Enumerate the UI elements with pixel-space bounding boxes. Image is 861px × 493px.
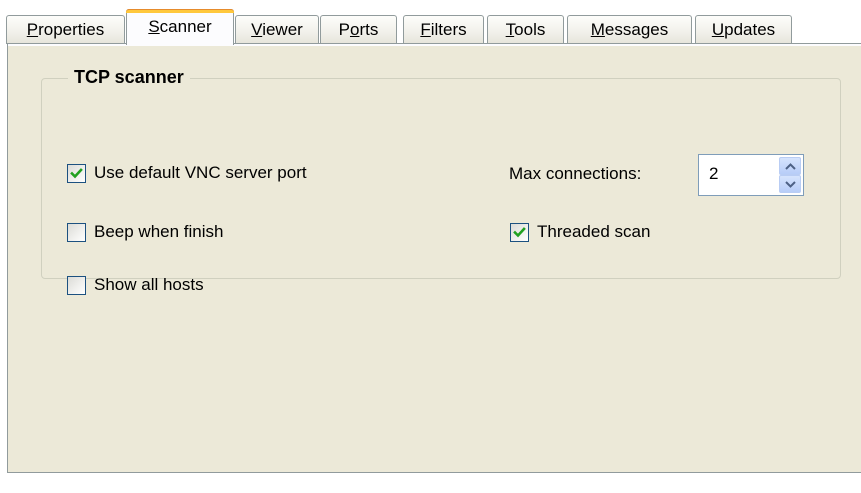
- tab-bar: Properties Scanner Viewer Ports Filters …: [6, 8, 861, 45]
- max-connections-spinner[interactable]: 2: [698, 154, 804, 196]
- tab-properties[interactable]: Properties: [6, 15, 125, 44]
- threaded-scan-label: Threaded scan: [537, 222, 651, 241]
- threaded-scan-option[interactable]: Threaded scan: [510, 222, 650, 242]
- group-title: TCP scanner: [68, 67, 190, 88]
- scanner-tab-panel: TCP scanner Use default VNC server port …: [7, 43, 861, 473]
- spin-up-arrow-icon: [785, 163, 796, 170]
- beep-when-finish-label: Beep when finish: [94, 222, 224, 241]
- tab-filters[interactable]: Filters: [403, 15, 484, 44]
- show-all-hosts-option[interactable]: Show all hosts: [67, 275, 204, 295]
- tab-mnemonic: S: [148, 17, 160, 36]
- tab-mnemonic: V: [251, 20, 263, 39]
- tab-ports[interactable]: Ports: [320, 15, 397, 44]
- max-connections-value[interactable]: 2: [709, 164, 718, 184]
- tab-mnemonic: P: [26, 20, 39, 39]
- tab-mnemonic: U: [711, 20, 725, 39]
- use-default-port-checkbox[interactable]: [67, 163, 86, 183]
- tab-mnemonic: T: [505, 20, 515, 39]
- tab-updates[interactable]: Updates: [695, 15, 792, 44]
- spin-up-button[interactable]: [779, 157, 801, 175]
- tab-tools[interactable]: Tools: [487, 15, 564, 44]
- spinner-buttons: [779, 157, 801, 193]
- beep-when-finish-option[interactable]: Beep when finish: [67, 222, 223, 242]
- beep-when-finish-checkbox[interactable]: [67, 222, 86, 242]
- use-default-port-label: Use default VNC server port: [94, 163, 307, 182]
- spin-down-button[interactable]: [779, 175, 801, 193]
- tab-mnemonic: F: [420, 20, 431, 39]
- use-default-port-option[interactable]: Use default VNC server port: [67, 163, 307, 183]
- tab-messages[interactable]: Messages: [567, 15, 692, 44]
- tab-mnemonic: M: [590, 20, 605, 39]
- checkmark-icon: [70, 167, 83, 178]
- show-all-hosts-checkbox[interactable]: [67, 275, 86, 295]
- tab-scanner[interactable]: Scanner: [126, 9, 234, 45]
- spin-down-arrow-icon: [785, 181, 796, 188]
- max-connections-label: Max connections:: [509, 164, 642, 183]
- checkmark-icon: [513, 226, 526, 237]
- show-all-hosts-label: Show all hosts: [94, 275, 204, 294]
- tab-viewer[interactable]: Viewer: [235, 15, 319, 44]
- threaded-scan-checkbox[interactable]: [510, 222, 529, 242]
